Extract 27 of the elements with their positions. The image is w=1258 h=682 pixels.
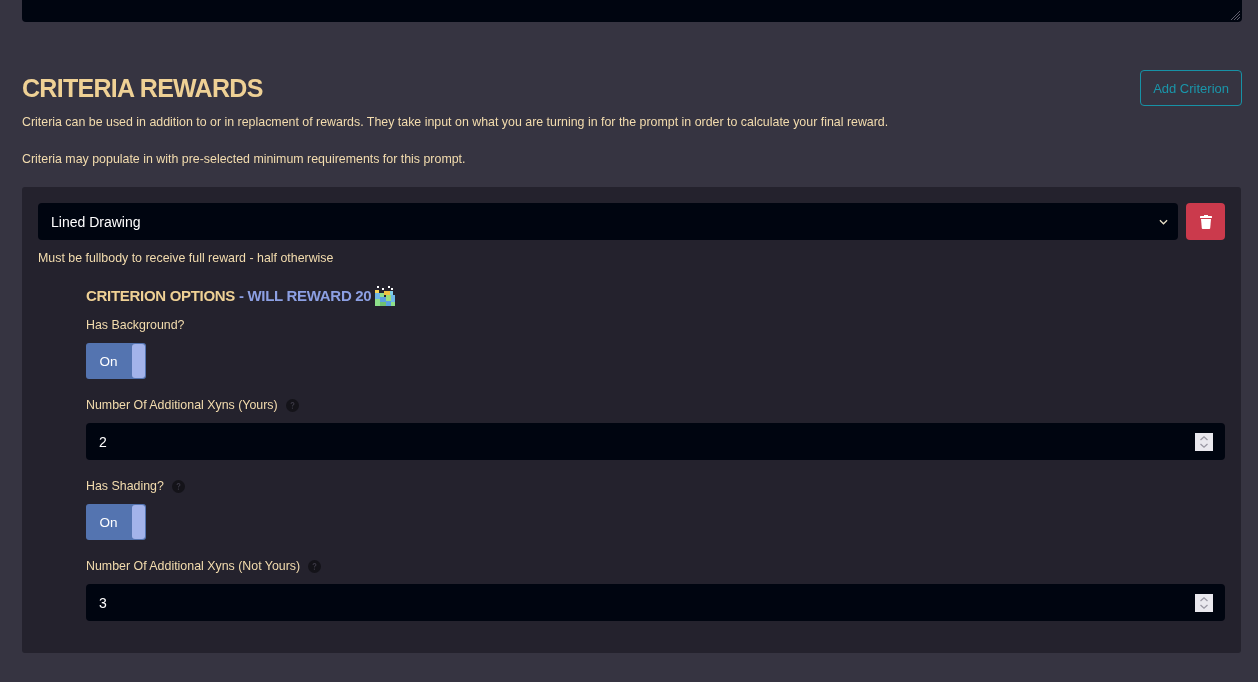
help-icon[interactable]: [285, 398, 299, 412]
field-label: Number Of Additional Xyns (Yours): [86, 398, 278, 412]
toggle-handle[interactable]: [132, 344, 145, 378]
field-label: Has Background?: [86, 318, 185, 332]
criterion-description: Must be fullbody to receive full reward - half otherwise: [38, 250, 335, 267]
section-title: CRITERIA REWARDS: [22, 73, 263, 103]
gems-icon: [375, 286, 396, 306]
number-field[interactable]: 2: [86, 423, 1225, 460]
chevron-down-icon: [1159, 218, 1168, 225]
section-description: Criteria can be used in addition to or in replacment of rewards. They take input on what you are turning in for the prompt in order to calculate your final reward.: [22, 114, 890, 131]
stepper-arrows-icon[interactable]: [1195, 593, 1213, 612]
delete-button[interactable]: [1186, 203, 1225, 240]
resize-handle-icon[interactable]: [1230, 10, 1240, 20]
help-icon[interactable]: [171, 479, 185, 493]
criterion-options-heading: CRITERION OPTIONS - WILL REWARD 20: [86, 286, 372, 306]
stepper-arrows-icon[interactable]: [1195, 432, 1213, 451]
field-label: Number Of Additional Xyns (Not Yours): [86, 559, 301, 573]
toggle-switch[interactable]: On: [86, 343, 146, 379]
toggle-handle[interactable]: [132, 505, 145, 539]
trash-icon: [1199, 214, 1212, 229]
criterion-select[interactable]: Lined Drawing: [38, 203, 1178, 240]
add-criterion-button[interactable]: Add Criterion: [1140, 70, 1242, 106]
toggle-switch[interactable]: On: [86, 504, 146, 540]
field-label: Has Shading?: [86, 479, 164, 493]
number-field[interactable]: 3: [86, 584, 1225, 621]
section-description: Criteria may populate in with pre-selected minimum requirements for this prompt.: [22, 151, 467, 168]
help-icon[interactable]: [308, 559, 322, 573]
